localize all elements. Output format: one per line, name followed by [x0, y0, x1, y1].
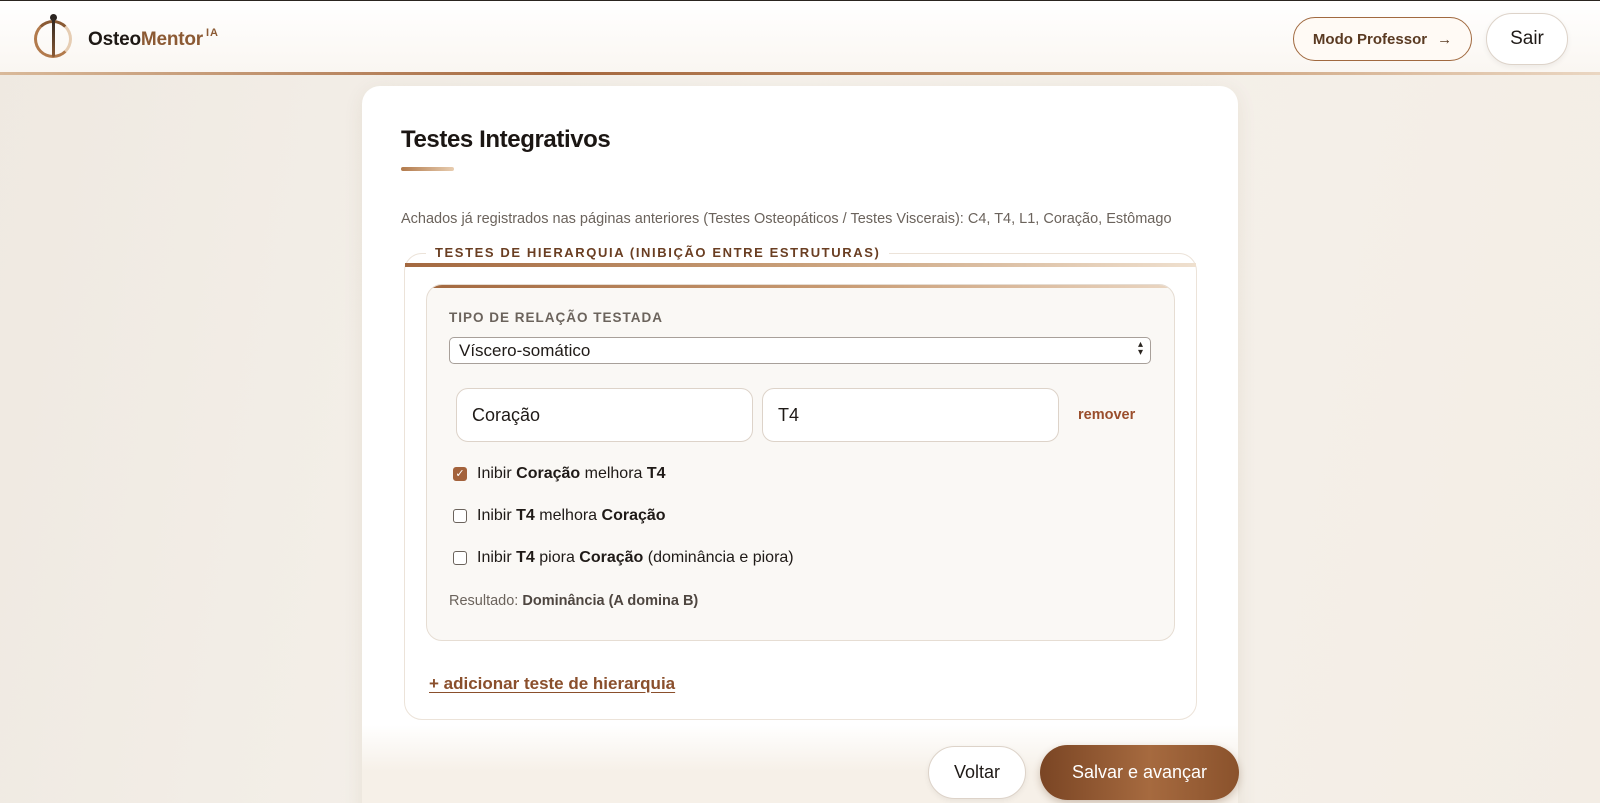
option-first: Coração — [516, 465, 581, 482]
select-arrows-icon: ▴ ▾ — [1137, 339, 1143, 358]
option-verb: piora — [539, 549, 575, 566]
hierarchy-legend: TESTES DE HIERARQUIA (INIBIÇÃO ENTRE EST… — [426, 245, 890, 260]
arrow-right-icon: → — [1437, 30, 1453, 48]
brand-main: Osteo — [88, 29, 141, 50]
brand[interactable]: OsteoMentor IA — [34, 14, 219, 58]
title-underline — [401, 167, 454, 171]
save-and-continue-button[interactable]: Salvar e avançar — [1040, 745, 1239, 800]
remove-test-link[interactable]: remover — [1078, 407, 1135, 423]
previous-findings-text: Achados já registrados nas páginas anter… — [401, 211, 1172, 227]
brand-sup: IA — [206, 27, 219, 39]
structure-b-input[interactable]: T4 — [762, 388, 1059, 442]
modo-professor-button[interactable]: Modo Professor → — [1293, 17, 1472, 61]
result-label: Resultado: — [449, 593, 519, 609]
brand-accent: Mentor — [140, 29, 203, 50]
relation-type-label: TIPO DE RELAÇÃO TESTADA — [449, 310, 664, 325]
modo-professor-label: Modo Professor — [1312, 30, 1428, 48]
option-first: T4 — [516, 507, 535, 524]
option-inhibit-b-improves-a[interactable]: Inibir T4 melhora Coração — [453, 507, 666, 525]
page-title: Testes Integrativos — [401, 126, 611, 153]
structure-a-input[interactable]: Coração — [456, 388, 753, 442]
result-text: Resultado: Dominância (A domina B) — [449, 593, 698, 609]
checkbox-checked[interactable]: ✓ — [453, 467, 467, 481]
sair-button[interactable]: Sair — [1486, 13, 1568, 65]
relation-type-select[interactable]: Víscero-somático ▴ ▾ — [449, 337, 1151, 364]
top-header: OsteoMentor IA Modo Professor → Sair — [0, 0, 1600, 75]
option-prefix: Inibir — [477, 507, 512, 524]
add-hierarchy-test-link[interactable]: + adicionar teste de hierarquia — [429, 674, 675, 694]
option-prefix: Inibir — [477, 549, 512, 566]
option-suffix: (dominância e piora) — [647, 549, 794, 566]
option-prefix: Inibir — [477, 465, 512, 482]
relation-type-value: Víscero-somático — [459, 340, 591, 360]
result-value: Dominância (A domina B) — [522, 593, 699, 609]
header-divider — [0, 72, 1600, 75]
option-second: Coração — [579, 549, 644, 566]
option-inhibit-a-improves-b[interactable]: ✓ Inibir Coração melhora T4 — [453, 465, 666, 483]
checkbox[interactable] — [453, 551, 467, 565]
option-first: T4 — [516, 549, 535, 566]
brand-name: OsteoMentor IA — [88, 27, 219, 51]
checkbox[interactable] — [453, 509, 467, 523]
option-verb: melhora — [584, 465, 643, 482]
spine-logo-icon — [34, 14, 72, 58]
fieldset-accent-bar — [405, 263, 1196, 267]
option-verb: melhora — [539, 507, 598, 524]
panel-accent-bar — [427, 285, 1174, 288]
option-inhibit-b-worsens-a[interactable]: Inibir T4 piora Coração (dominância e pi… — [453, 549, 794, 567]
option-second: Coração — [601, 507, 666, 524]
option-second: T4 — [646, 465, 666, 482]
back-button[interactable]: Voltar — [928, 746, 1026, 799]
